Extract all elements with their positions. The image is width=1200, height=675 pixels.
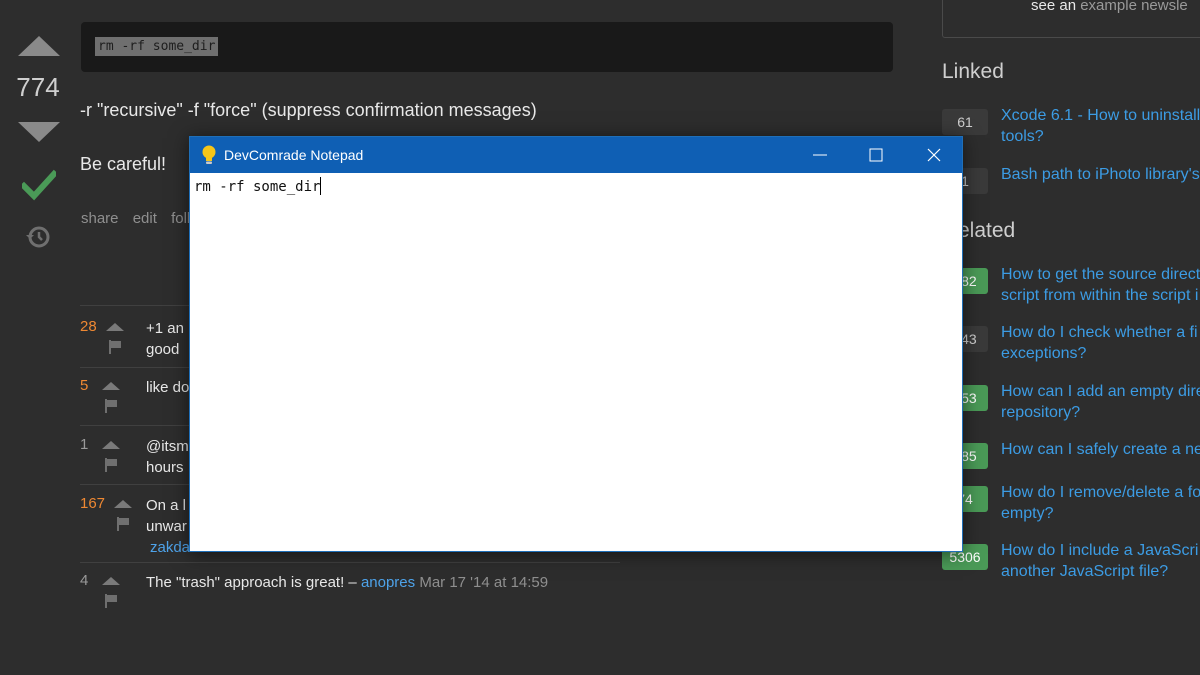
lightbulb-icon [202, 145, 216, 164]
newsletter-text: see an example newsle [1031, 0, 1188, 14]
post-text-line-2: Be careful! [80, 154, 167, 174]
comment-upvote-icon[interactable] [114, 500, 132, 508]
minimize-button[interactable] [796, 137, 844, 173]
notepad-window: DevComrade Notepad rm -rf some_dir [189, 136, 963, 552]
window-title: DevComrade Notepad [224, 147, 364, 163]
maximize-icon [869, 148, 883, 162]
flag-icon[interactable] [108, 340, 122, 354]
share-link[interactable]: share [81, 210, 119, 227]
flag-icon[interactable] [104, 594, 118, 608]
comment-upvote-icon[interactable] [102, 441, 120, 449]
comment-score: 1 [80, 436, 89, 453]
notepad-text-area[interactable]: rm -rf some_dir [194, 177, 322, 195]
comment-item: 4 The "trash" approach is great! – anopr… [80, 572, 680, 612]
comment-text: like do [146, 379, 190, 396]
related-question-link[interactable]: How do I check whether a fi exceptions? [1001, 322, 1198, 364]
close-button[interactable] [910, 137, 958, 173]
text-caret [320, 177, 322, 195]
notepad-titlebar[interactable]: DevComrade Notepad [190, 137, 962, 173]
related-question-link[interactable]: How do I include a JavaScri another JavaS… [1001, 540, 1198, 582]
comment-text: On a l unwar zakda [146, 497, 191, 556]
vote-count: 774 [16, 72, 60, 102]
newsletter-box: see an example newsle [942, 0, 1200, 38]
flag-icon[interactable] [116, 517, 130, 531]
comment-user-link[interactable]: zakda [150, 539, 190, 556]
comment-text: +1 an good [146, 320, 184, 358]
comment-score: 28 [80, 318, 97, 335]
comment-divider [80, 562, 620, 563]
downvote-arrow-icon[interactable] [18, 122, 60, 142]
minimize-icon [813, 154, 827, 156]
related-question-link[interactable]: How can I add an empty dire repository? [1001, 381, 1200, 423]
comment-score: 4 [80, 572, 89, 589]
linked-heading: Linked [942, 60, 1004, 83]
comment-text: The "trash" approach is great! – anopres… [146, 574, 549, 591]
accepted-check-icon [22, 169, 56, 201]
related-question-link[interactable]: How to get the source direct script from … [1001, 264, 1200, 306]
comment-user-link[interactable]: anopres [361, 574, 415, 591]
link-count-badge: 61 [942, 109, 988, 135]
comment-date: Mar 17 '14 at 14:59 [415, 574, 549, 591]
comment-upvote-icon[interactable] [102, 577, 120, 585]
flag-icon[interactable] [104, 399, 118, 413]
close-icon [927, 148, 941, 162]
comment-score: 5 [80, 377, 89, 394]
code-text: rm -rf some_dir [95, 37, 219, 56]
post-menu: share edit foll [81, 210, 200, 227]
maximize-button[interactable] [852, 137, 900, 173]
follow-link[interactable]: foll [171, 210, 190, 227]
post-text-line-1: -r "recursive" -f "force" (suppress conf… [80, 100, 537, 120]
edit-link[interactable]: edit [133, 210, 157, 227]
comment-score: 167 [80, 495, 106, 512]
related-heading: elated [958, 219, 1016, 242]
comment-upvote-icon[interactable] [106, 323, 124, 331]
related-question-link[interactable]: How do I remove/delete a fo empty? [1001, 482, 1200, 524]
code-block: rm -rf some_dir [81, 22, 893, 72]
comment-text: @itsm hours [146, 438, 189, 476]
flag-icon[interactable] [104, 458, 118, 472]
history-icon[interactable] [25, 224, 51, 250]
linked-question-link[interactable]: Bash path to iPhoto library's [1001, 164, 1200, 185]
upvote-arrow-icon[interactable] [18, 36, 60, 56]
related-question-link[interactable]: How can I safely create a ne [1001, 439, 1200, 460]
comment-upvote-icon[interactable] [102, 382, 120, 390]
linked-question-link[interactable]: Xcode 6.1 - How to uninstall tools? [1001, 105, 1200, 147]
